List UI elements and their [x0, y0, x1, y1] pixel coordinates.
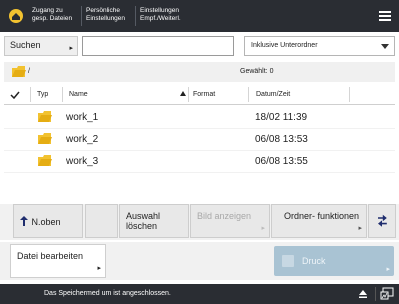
up-level-button[interactable]: N.oben — [13, 204, 83, 238]
search-button[interactable]: Suchen ▸ — [4, 36, 78, 56]
search-input[interactable] — [82, 36, 234, 56]
row-name: work_1 — [66, 112, 99, 123]
refresh-button[interactable] — [368, 204, 396, 238]
column-divider — [30, 87, 31, 102]
empty-button — [85, 204, 118, 238]
table-row[interactable]: work_3 06/08 13:55 — [4, 151, 395, 173]
folder-icon — [38, 111, 52, 122]
top-bar: Zugang zu gesp. Dateien Persönliche Eins… — [0, 0, 399, 32]
row-date: 06/08 13:55 — [255, 156, 308, 167]
divider — [375, 287, 376, 301]
table-row[interactable]: work_1 18/02 11:39 — [4, 107, 395, 129]
eject-icon[interactable] — [358, 289, 368, 299]
clear-selection-button[interactable]: Auswahl löschen — [119, 204, 189, 238]
menu-icon[interactable] — [379, 10, 391, 22]
submenu-marker: ▸ — [97, 265, 101, 272]
table-header: Typ Name Format Datum/Zeit — [4, 85, 395, 105]
action-row: Datei bearbeiten ▸ Druck ▸ — [0, 242, 399, 280]
search-row: Suchen ▸ Inklusive Unterordner — [4, 36, 399, 56]
folder-functions-button[interactable]: Ordner- funktionen ▸ — [271, 204, 367, 238]
clear-selection-label: Auswahl löschen — [126, 211, 161, 231]
column-divider — [188, 87, 189, 102]
search-button-label: Suchen — [10, 40, 41, 50]
print-button[interactable]: Druck ▸ — [274, 246, 394, 276]
show-image-button[interactable]: Bild anzeigen ▸ — [190, 204, 270, 238]
tab-rx-fwd-settings[interactable]: Einstellungen Empf./Weiterl. — [136, 5, 188, 27]
up-arrow-icon — [20, 216, 28, 226]
table-row[interactable]: work_2 06/08 13:53 — [4, 129, 395, 151]
edit-file-label: Datei bearbeiten — [17, 251, 84, 261]
path-bar: / Gewählt: 0 — [4, 62, 395, 82]
scope-select[interactable]: Inklusive Unterordner — [244, 36, 395, 56]
folder-icon — [38, 155, 52, 166]
up-level-label: N.oben — [31, 217, 61, 227]
column-header-date[interactable]: Datum/Zeit — [256, 91, 290, 98]
folder-up-icon[interactable] — [12, 66, 26, 77]
bottom-toolbar: N.oben Auswahl löschen Bild anzeigen ▸ O… — [0, 204, 399, 240]
tab-personal-settings[interactable]: Persönliche Einstellungen — [82, 5, 134, 27]
submenu-marker: ▸ — [69, 45, 73, 52]
row-date: 18/02 11:39 — [255, 112, 308, 123]
status-message: Das Speichermed um ist angeschlossen. — [44, 290, 171, 297]
column-header-type[interactable]: Typ — [37, 91, 48, 98]
selected-count: Gewählt: 0 — [240, 68, 274, 75]
printer-icon — [282, 255, 294, 267]
column-divider — [62, 87, 63, 102]
column-divider — [248, 87, 249, 102]
column-header-name[interactable]: Name — [69, 91, 88, 98]
edit-file-button[interactable]: Datei bearbeiten ▸ — [10, 244, 106, 278]
column-divider — [349, 87, 350, 102]
home-icon[interactable] — [8, 8, 24, 24]
chevron-down-icon — [381, 44, 389, 49]
print-label: Druck — [302, 256, 326, 266]
show-image-label: Bild anzeigen — [197, 211, 252, 221]
row-name: work_2 — [66, 134, 99, 145]
checkmark-icon[interactable] — [10, 91, 20, 99]
folder-functions-label: Ordner- funktionen — [284, 211, 360, 221]
status-bar: Das Speichermed um ist angeschlossen. — [0, 284, 399, 304]
folder-icon — [38, 133, 52, 144]
system-monitor-icon[interactable] — [380, 287, 394, 301]
tab-stored-files[interactable]: Zugang zu gesp. Dateien — [28, 5, 80, 27]
file-list: work_1 18/02 11:39 work_2 06/08 13:53 wo… — [4, 107, 395, 173]
submenu-marker: ▸ — [261, 225, 265, 232]
row-date: 06/08 13:53 — [255, 134, 308, 145]
sort-ascending-icon — [180, 91, 186, 96]
submenu-marker: ▸ — [386, 266, 390, 273]
row-name: work_3 — [66, 156, 99, 167]
submenu-marker: ▸ — [358, 225, 362, 232]
current-path: / — [28, 68, 30, 75]
refresh-arrows-icon — [378, 214, 387, 227]
column-header-format[interactable]: Format — [193, 91, 215, 98]
scope-select-value: Inklusive Unterordner — [251, 42, 318, 49]
